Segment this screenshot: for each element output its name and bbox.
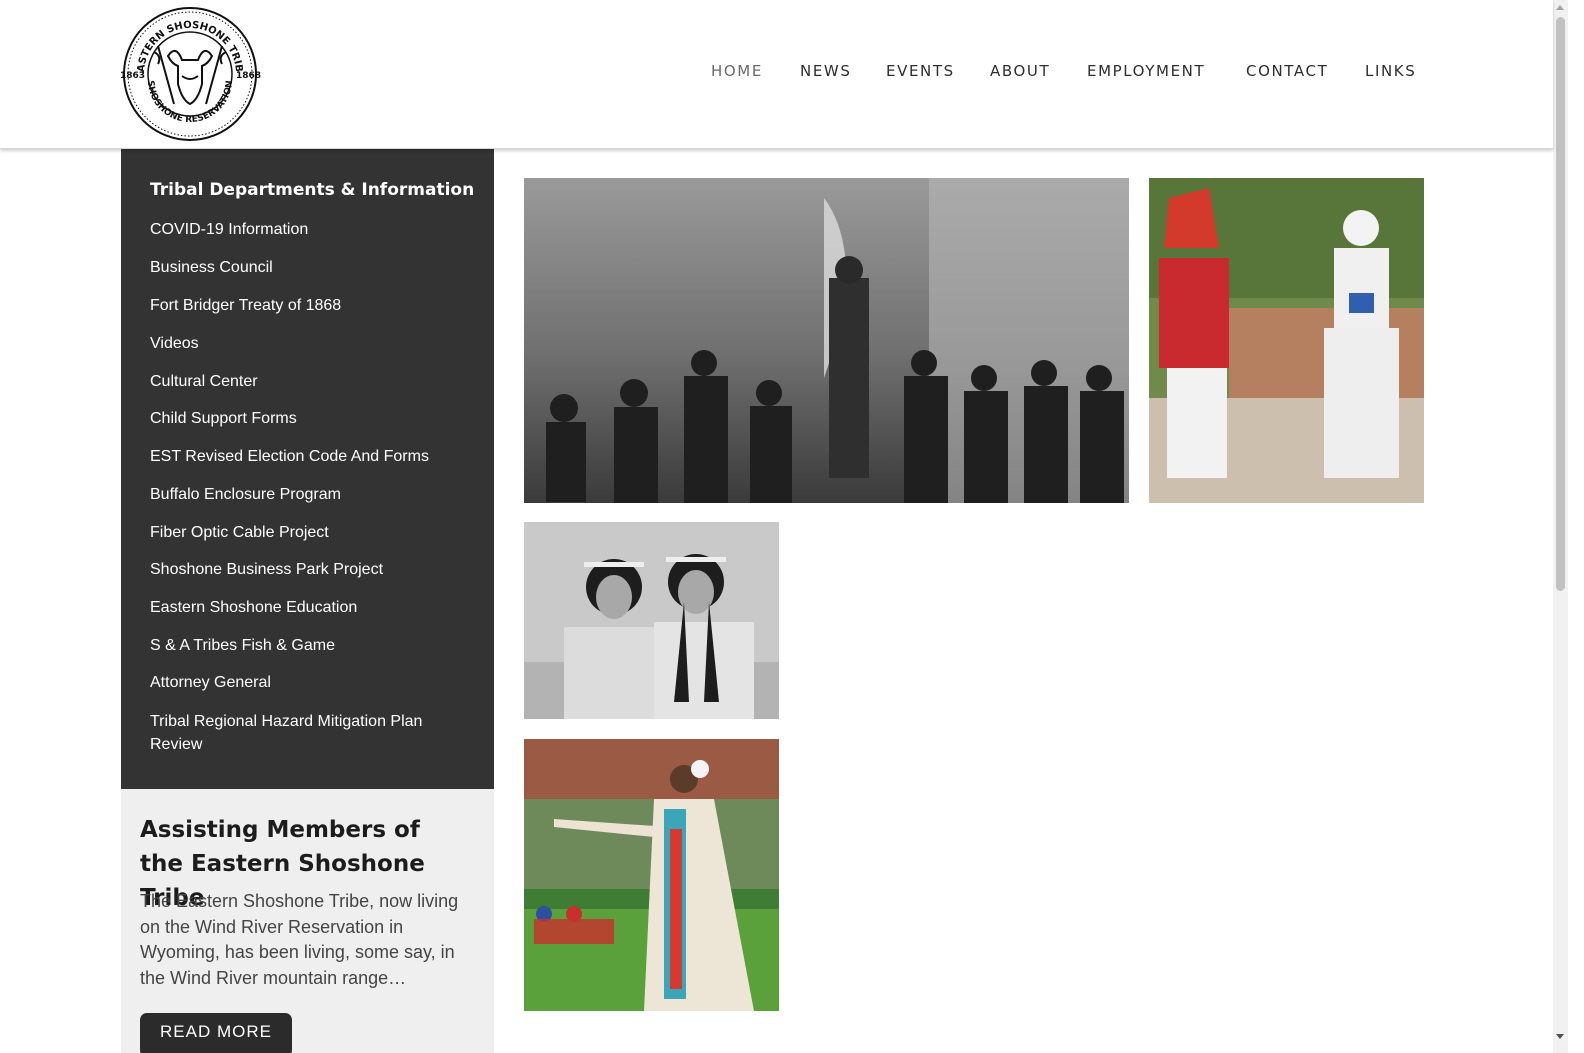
sidebar-item-fiber-optic[interactable]: Fiber Optic Cable Project (150, 521, 460, 544)
sidebar-item-hazard-mitigation[interactable]: Tribal Regional Hazard Mitigation Plan R… (150, 710, 460, 756)
ceremonial-dress-couple-photo[interactable] (1149, 178, 1424, 503)
nav-events[interactable]: EVENTS (886, 62, 955, 80)
sidebar-item-videos[interactable]: Videos (150, 332, 460, 355)
main-nav: HOME NEWS EVENTS ABOUT EMPLOYMENT CONTAC… (0, 62, 1553, 84)
nav-contact[interactable]: CONTACT (1246, 62, 1328, 80)
sidebar-item-child-support[interactable]: Child Support Forms (150, 407, 460, 430)
nav-employment[interactable]: EMPLOYMENT (1087, 62, 1205, 80)
two-women-portrait-photo[interactable] (524, 522, 779, 719)
historic-council-photo[interactable] (524, 178, 1129, 503)
sidebar-item-business-council[interactable]: Business Council (150, 256, 460, 279)
sidebar-item-business-park[interactable]: Shoshone Business Park Project (150, 558, 460, 581)
sidebar-item-attorney-general[interactable]: Attorney General (150, 671, 460, 694)
sidebar-item-fish-game[interactable]: S & A Tribes Fish & Game (150, 634, 460, 657)
nav-about[interactable]: ABOUT (990, 62, 1050, 80)
sidebar-item-covid[interactable]: COVID-19 Information (150, 218, 460, 241)
nav-links[interactable]: LINKS (1365, 62, 1416, 80)
sidebar-item-cultural-center[interactable]: Cultural Center (150, 370, 460, 393)
scrollbar-thumb[interactable] (1556, 17, 1565, 591)
promo-body: The Eastern Shoshone Tribe, now living o… (140, 891, 459, 988)
scroll-up-icon[interactable] (1556, 5, 1564, 10)
sidebar-item-education[interactable]: Eastern Shoshone Education (150, 596, 460, 619)
sidebar-item-buffalo-enclosure[interactable]: Buffalo Enclosure Program (150, 483, 460, 506)
nav-news[interactable]: NEWS (800, 62, 851, 80)
departments-sidebar: Tribal Departments & Information COVID-1… (121, 149, 494, 789)
sidebar-item-election-code[interactable]: EST Revised Election Code And Forms (150, 445, 460, 468)
scroll-down-icon[interactable] (1556, 1034, 1564, 1039)
nav-home[interactable]: HOME (711, 62, 763, 80)
dancer-in-regalia-photo[interactable] (524, 739, 779, 1011)
sidebar-item-fort-bridger-treaty[interactable]: Fort Bridger Treaty of 1868 (150, 294, 460, 317)
site-header: EASTERN SHOSHONE TRIBE SHOSHONE RESERVAT… (0, 0, 1553, 149)
page-scrollbar[interactable] (1553, 0, 1568, 1053)
about-promo: Assisting Members of the Eastern Shoshon… (121, 789, 494, 1053)
sidebar-title: Tribal Departments & Information (150, 180, 475, 200)
read-more-button[interactable]: READ MORE (140, 1013, 292, 1053)
